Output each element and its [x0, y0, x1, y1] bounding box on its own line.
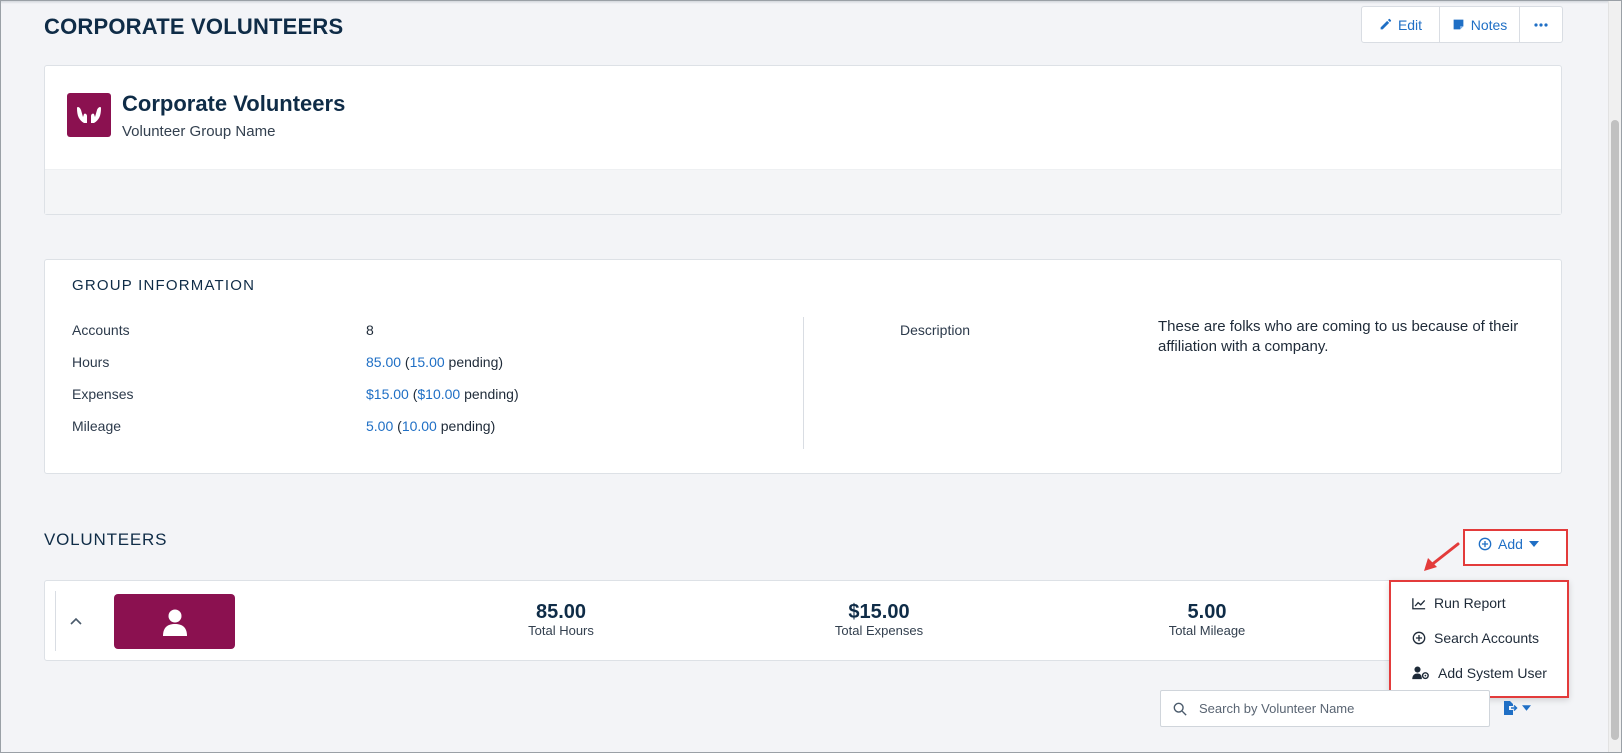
menu-item-run-report[interactable]: Run Report [1412, 595, 1506, 611]
group-name: Corporate Volunteers [122, 91, 346, 116]
total-mileage-stat: 5.00 Total Mileage [1127, 601, 1287, 639]
group-information-title: GROUP INFORMATION [72, 277, 256, 294]
collapse-toggle[interactable] [55, 591, 95, 651]
ellipsis-icon [1534, 22, 1548, 27]
page-title: CORPORATE VOLUNTEERS [44, 14, 344, 39]
hours-value-group: 85.00 (15.00 pending) [366, 354, 504, 370]
total-mileage-label: Total Mileage [1168, 623, 1246, 638]
plus-circle-icon [1412, 631, 1426, 645]
chevron-up-icon [69, 617, 82, 625]
hours-label: Hours [72, 354, 110, 370]
annotation-arrow-icon [1420, 540, 1462, 579]
total-expenses-stat: $15.00 Total Expenses [799, 601, 959, 639]
file-export-icon [1502, 700, 1518, 716]
user-gear-icon [1412, 666, 1430, 680]
menu-item-run-report-label: Run Report [1434, 595, 1506, 611]
notes-button-label: Notes [1470, 16, 1508, 33]
volunteers-title: VOLUNTEERS [44, 530, 168, 549]
header-card-footer [45, 169, 1561, 214]
scrollbar-thumb[interactable] [1611, 120, 1619, 740]
page-toolbar: Edit Notes [1361, 6, 1563, 43]
menu-item-search-accounts-label: Search Accounts [1434, 630, 1540, 646]
mileage-label: Mileage [72, 418, 122, 434]
group-name-caption: Volunteer Group Name [122, 123, 276, 140]
expenses-value-group: $15.00 ($10.00 pending) [366, 386, 519, 402]
group-header-card: Corporate Volunteers Volunteer Group Nam… [44, 65, 1562, 215]
volunteer-search-box [1160, 690, 1490, 727]
edit-button[interactable]: Edit [1362, 7, 1440, 42]
mileage-pending-link[interactable]: 10.00 [402, 418, 437, 434]
more-actions-button[interactable] [1520, 7, 1562, 42]
expenses-pending-label: pending [464, 386, 514, 402]
total-mileage-value: 5.00 [1187, 601, 1227, 623]
total-expenses-label: Total Expenses [834, 623, 924, 638]
hours-pending-label: pending [448, 354, 499, 370]
volunteer-avatar [114, 594, 235, 649]
description-text: These are folks who are coming to us bec… [1158, 318, 1519, 355]
plus-circle-icon [1478, 537, 1492, 551]
add-button[interactable]: Add [1478, 536, 1539, 552]
add-button-label: Add [1498, 536, 1523, 552]
caret-down-icon [1528, 541, 1539, 547]
line-chart-icon [1412, 597, 1426, 610]
mileage-value-link[interactable]: 5.00 [366, 418, 393, 434]
pencil-icon [1379, 18, 1392, 31]
notes-button[interactable]: Notes [1440, 7, 1520, 42]
description-label: Description [900, 322, 971, 338]
user-icon [162, 608, 188, 636]
group-logo [67, 93, 111, 137]
note-icon [1452, 18, 1465, 31]
menu-item-add-system-user[interactable]: Add System User [1412, 665, 1547, 681]
hours-pending-link[interactable]: 15.00 [410, 354, 445, 370]
total-expenses-value: $15.00 [848, 601, 910, 623]
add-dropdown-menu: Run Report Search Accounts Add System Us… [1389, 580, 1569, 698]
total-hours-value: 85.00 [535, 601, 587, 623]
group-information-card: GROUP INFORMATION Accounts 8 Hours 85.00… [44, 259, 1562, 474]
menu-item-add-system-user-label: Add System User [1438, 665, 1547, 681]
total-hours-label: Total Hours [528, 623, 594, 638]
top-shadow [0, 0, 1622, 4]
export-button[interactable] [1502, 700, 1531, 716]
mileage-value-group: 5.00 (10.00 pending) [366, 418, 496, 434]
expenses-label: Expenses [72, 386, 134, 402]
volunteer-summary-card: 85.00 Total Hours $15.00 Total Expenses … [44, 580, 1394, 661]
menu-item-search-accounts[interactable]: Search Accounts [1412, 630, 1539, 646]
accounts-label: Accounts [72, 322, 130, 338]
expenses-pending-link[interactable]: $10.00 [417, 386, 460, 402]
edit-button-label: Edit [1397, 16, 1423, 33]
caret-down-icon [1522, 705, 1531, 711]
info-column-divider [803, 317, 804, 449]
mileage-pending-label: pending [440, 418, 491, 434]
accounts-value: 8 [366, 322, 374, 338]
search-icon [1161, 702, 1199, 716]
hands-icon [75, 104, 103, 126]
volunteer-search-input[interactable] [1199, 701, 1469, 716]
total-hours-stat: 85.00 Total Hours [481, 601, 641, 639]
hours-value-link[interactable]: 85.00 [366, 354, 401, 370]
expenses-value-link[interactable]: $15.00 [366, 386, 409, 402]
